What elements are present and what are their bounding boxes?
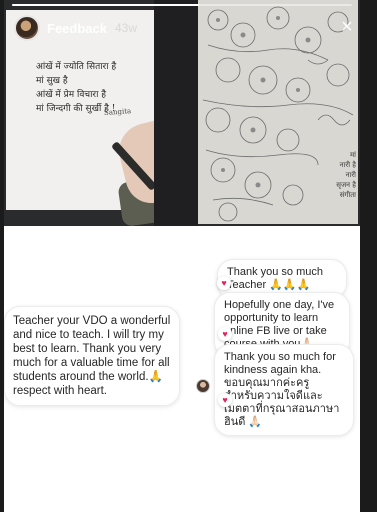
story-viewer: आंखें में ज्योति सितारा है मां सुख है आं… — [4, 0, 360, 512]
reply-bubble: Thank you so much for kindness again kha… — [214, 344, 354, 436]
poem-line: आंखें में प्रेम विचारा है — [36, 90, 107, 100]
post-age: 43w — [114, 21, 137, 35]
account-name[interactable]: Feedback — [47, 21, 107, 36]
avatar[interactable] — [14, 15, 40, 41]
poem-line: आंखें में ज्योति सितारा है — [36, 62, 117, 72]
right-text-line: संगीता — [339, 191, 356, 199]
right-page-text: मां नारी है नारी सृजन है संगीता — [316, 150, 356, 200]
close-icon[interactable]: × — [338, 17, 356, 37]
poem-line: मां सुख है — [36, 76, 68, 86]
page-gap — [154, 0, 198, 226]
right-text-line: नारी है — [339, 161, 356, 169]
left-page-poem: आंखें में ज्योति सितारा है मां सुख है आं… — [36, 60, 116, 116]
story-progress-fill — [12, 4, 199, 6]
heart-icon: ♥ — [218, 393, 232, 407]
right-text-line: सृजन है — [336, 181, 356, 189]
reply-text: Thank you so much Teacher 🙏🙏🙏 — [227, 266, 323, 291]
story-header: Feedback 43w — [14, 15, 137, 41]
story-progress-bar — [12, 4, 352, 6]
incoming-message-text: Teacher your VDO a wonderful and nice to… — [13, 315, 171, 397]
heart-icon: ♥ — [217, 276, 231, 290]
reply-text: Hopefully one day, I've opportunity to l… — [224, 299, 335, 350]
avatar — [196, 379, 210, 393]
right-text-line: नारी — [345, 171, 356, 179]
heart-icon: ♥ — [218, 327, 232, 341]
right-paper: मां नारी है नारी सृजन है संगीता — [198, 0, 358, 224]
left-signature: Sangita — [103, 107, 132, 117]
incoming-message-bubble: Teacher your VDO a wonderful and nice to… — [4, 306, 180, 406]
reply-text: Thank you so much for kindness again kha… — [224, 351, 340, 428]
chat-screenshot: Thank you so much Teacher 🙏🙏🙏 ♥ Hopefull… — [4, 226, 360, 512]
right-text-line: मां — [350, 151, 356, 159]
